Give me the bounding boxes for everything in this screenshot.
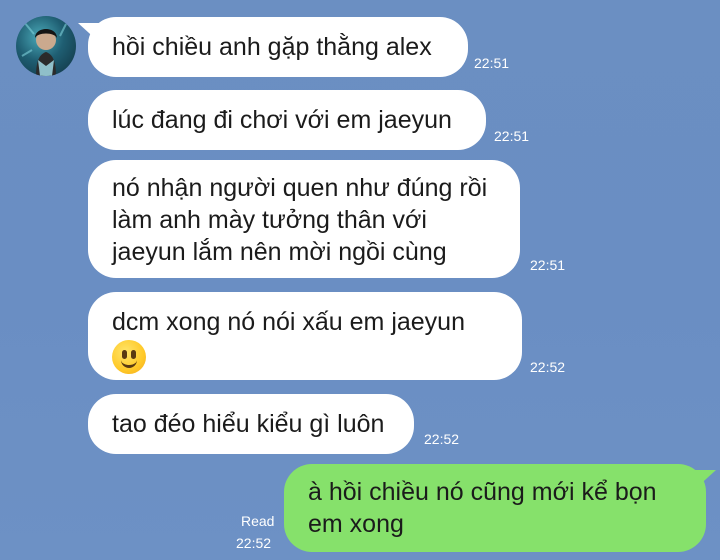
message-timestamp: 22:52	[530, 359, 566, 375]
slightly-smiling-face-icon	[112, 340, 146, 374]
contact-avatar-icon	[21, 21, 67, 76]
message-timestamp: 22:51	[474, 55, 510, 71]
message-text-line: em xong	[308, 510, 404, 538]
message-text-line: à hồi chiều nó cũng mới kể bọn	[308, 478, 657, 506]
message-text-line: nó nhận người quen như đúng rồi	[112, 174, 488, 202]
incoming-message-bubble[interactable]: hồi chiều anh gặp thằng alex	[88, 17, 468, 77]
message-text: tao đéo hiểu kiểu gì luôn	[112, 410, 385, 438]
message-timestamp: 22:51	[494, 128, 530, 144]
incoming-message-bubble[interactable]: dcm xong nó nói xấu em jaeyun	[88, 292, 522, 380]
incoming-message-bubble[interactable]: lúc đang đi chơi với em jaeyun	[88, 90, 486, 150]
message-timestamp: 22:52	[424, 431, 460, 447]
message-timestamp: 22:51	[530, 257, 566, 273]
message-text: hồi chiều anh gặp thằng alex	[112, 33, 432, 61]
message-text: lúc đang đi chơi với em jaeyun	[112, 106, 452, 134]
incoming-message-bubble[interactable]: tao đéo hiểu kiểu gì luôn	[88, 394, 414, 454]
contact-avatar[interactable]	[16, 16, 76, 76]
incoming-message-bubble[interactable]: nó nhận người quen như đúng rồi làm anh …	[88, 160, 520, 278]
read-receipt: Read	[241, 513, 275, 529]
message-timestamp: 22:52	[236, 535, 272, 551]
message-text-line: jaeyun lắm nên mời ngồi cùng	[112, 238, 447, 266]
message-text-line: dcm xong nó nói xấu em jaeyun	[112, 308, 465, 336]
outgoing-message-bubble[interactable]: à hồi chiều nó cũng mới kể bọn em xong	[284, 464, 706, 552]
message-text-line: làm anh mày tưởng thân với	[112, 206, 427, 234]
